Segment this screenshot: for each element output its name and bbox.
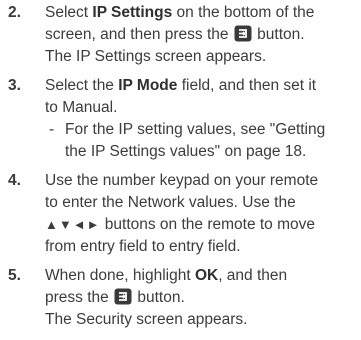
step-text: When done, highlight OK, and then press … — [45, 265, 357, 331]
step-line: to enter the Network values. Use the — [45, 194, 296, 211]
step-text: Use the number keypad on your remote to … — [45, 170, 357, 258]
step-line: When done, highlight OK, and then — [45, 267, 288, 284]
step-number: 4. — [8, 172, 21, 189]
step-number: 2. — [8, 4, 21, 21]
step-note: - For the IP setting values, see "Getting — [45, 119, 357, 141]
ip-settings-term: IP Settings — [92, 4, 173, 21]
step-line: to Manual. — [45, 99, 118, 116]
step-line: from entry field to entry field. — [45, 238, 241, 255]
enter-button-icon — [114, 288, 132, 305]
step-line: The IP Settings screen appears. — [45, 48, 267, 65]
ok-term: OK — [194, 267, 219, 284]
enter-button-icon — [234, 25, 252, 42]
step-line: press the button. — [45, 288, 185, 306]
step-line: Select the IP Mode field, and then set i… — [45, 77, 317, 94]
step-line: The Security screen appears. — [45, 311, 248, 328]
ip-mode-term: IP Mode — [118, 77, 178, 94]
step-text: Select IP Settings on the bottom of the … — [45, 2, 357, 68]
step-number: 3. — [8, 77, 21, 94]
arrow-buttons-icon: ▲▼◄► — [45, 217, 101, 232]
instruction-page: 2. Select IP Settings on the bottom of t… — [0, 0, 361, 340]
step-number: 5. — [8, 267, 21, 284]
step-text: Select the IP Mode field, and then set i… — [45, 75, 357, 163]
step-line: screen, and then press the button. — [45, 25, 305, 43]
step-line: ▲▼◄► buttons on the remote to move — [45, 216, 316, 233]
step-note: the IP Settings values" on page 18. — [65, 143, 307, 160]
note-dash: - — [49, 121, 55, 138]
step-line: Use the number keypad on your remote — [45, 172, 319, 189]
step-line: Select IP Settings on the bottom of the — [45, 4, 315, 21]
